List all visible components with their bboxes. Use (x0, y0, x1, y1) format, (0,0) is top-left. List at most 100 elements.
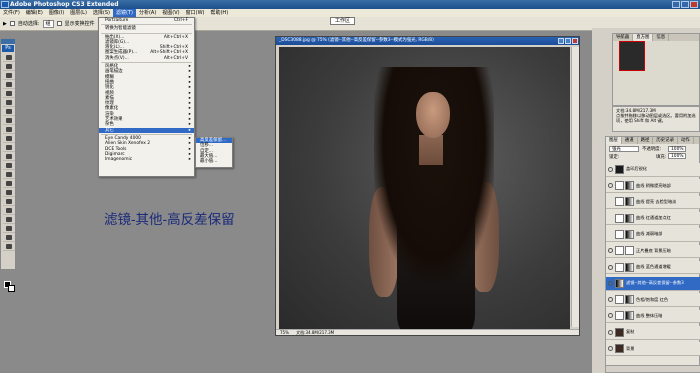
shape-icon (6, 208, 12, 213)
layer-row[interactable]: 背景 (606, 342, 700, 356)
layer-row[interactable]: 色相/饱和度 红色 (606, 293, 700, 307)
eye-icon[interactable] (608, 248, 613, 254)
navigator-thumbnail[interactable] (619, 41, 645, 71)
filter-menu-item[interactable]: 转换为智能滤镜 (99, 26, 194, 31)
magic-wand-tool[interactable] (3, 81, 15, 89)
tab-navigator[interactable]: 导航器 (613, 34, 634, 41)
filter-menu-item[interactable]: 消失点(V)... Alt+Ctrl+V (99, 56, 194, 61)
tab-paths[interactable]: 路径 (638, 137, 654, 144)
tab-history[interactable]: 历史记录 (653, 137, 678, 144)
hand-tool[interactable] (3, 234, 15, 242)
healing-tool[interactable] (3, 108, 15, 116)
crop-tool[interactable] (3, 90, 15, 98)
zoom-level[interactable]: 75% (280, 330, 289, 335)
vertical-scrollbar[interactable] (571, 47, 579, 327)
tab-actions[interactable]: 动作 (678, 137, 694, 144)
layer-row[interactable]: 滤镜--其他--高反差保留--参数3 (606, 277, 700, 291)
layer-thumbnail (615, 164, 624, 174)
eye-icon[interactable] (608, 264, 613, 270)
maximize-icon[interactable] (681, 1, 689, 8)
auto-select-dropdown[interactable]: 组 (42, 19, 54, 28)
opacity-label: 不透明度: (642, 147, 662, 152)
ps-logo-icon: Ps (2, 45, 14, 52)
fill-input[interactable]: 100% (668, 153, 686, 159)
brush-tool[interactable] (3, 117, 15, 125)
notes-tool[interactable] (3, 216, 15, 224)
pen-tool[interactable] (3, 180, 15, 188)
layer-name: 曲线 减弱暗部 (636, 231, 663, 237)
history-brush-tool[interactable] (3, 135, 15, 143)
eraser-icon (6, 145, 12, 150)
opacity-input[interactable]: 100% (668, 146, 686, 152)
image-canvas[interactable] (279, 47, 570, 332)
menu-window[interactable]: 窗口(W) (183, 9, 208, 17)
marquee-tool[interactable] (3, 63, 15, 71)
eye-icon[interactable] (608, 329, 613, 335)
eye-icon[interactable] (608, 346, 613, 352)
filter-menu-item-label: 视频 (105, 90, 114, 96)
layer-row[interactable]: 曲线 提亮 去脸型暗淡 (606, 195, 700, 210)
show-transform-checkbox[interactable] (56, 21, 62, 26)
layer-row[interactable]: 曲线 减弱暗部 (606, 228, 700, 242)
layer-row[interactable]: 正片叠底 背景压暗 (606, 244, 700, 258)
minimize-icon[interactable] (672, 1, 680, 8)
eye-icon[interactable] (608, 313, 613, 319)
move-tool-icon[interactable]: ▶ (3, 17, 7, 31)
layer-row[interactable]: 复制 (606, 326, 700, 340)
menu-filter[interactable]: 滤镜(T) (113, 9, 136, 17)
magic-wand-icon (6, 82, 12, 87)
eyedropper-tool[interactable] (3, 225, 15, 233)
menu-view[interactable]: 视图(V) (159, 9, 182, 17)
workspace-dropdown[interactable]: 工作区 (330, 17, 356, 25)
layer-thumbnail (625, 246, 634, 256)
layer-name: 正片叠底 背景压暗 (636, 247, 671, 253)
background-color[interactable] (8, 285, 15, 292)
dodge-icon (6, 172, 12, 177)
layer-row[interactable]: 曲线 稍微提亮暗部 (606, 179, 700, 193)
layers-panel: 图层 通道 路径 历史记录 动作 强光 不透明度: 100% 锁定: 填充: 1… (605, 136, 700, 373)
eye-icon[interactable] (608, 166, 613, 172)
move-tool[interactable] (3, 54, 15, 62)
layer-name: 曲线 整体压暗 (636, 312, 663, 318)
blend-mode-select[interactable]: 强光 (609, 146, 639, 152)
filter-menu: Portraiture Ctrl+F 转换为智能滤镜 抽出(X)... Alt+Ctrl… (98, 17, 195, 177)
lasso-tool[interactable] (3, 72, 15, 80)
eye-icon[interactable] (608, 183, 613, 189)
menu-separator (101, 133, 192, 135)
layer-row[interactable]: 曲线 红通道加点红 (606, 211, 700, 226)
zoom-tool[interactable] (3, 243, 15, 251)
doc-minimize-icon[interactable] (558, 38, 564, 44)
type-tool[interactable] (3, 189, 15, 197)
gradient-tool[interactable] (3, 153, 15, 161)
doc-close-icon[interactable] (572, 38, 578, 44)
tab-info[interactable]: 信息 (653, 34, 670, 41)
doc-maximize-icon[interactable] (565, 38, 571, 44)
eye-icon[interactable] (608, 297, 613, 303)
shape-tool[interactable] (3, 207, 15, 215)
layer-thumbnail (625, 262, 634, 272)
dodge-tool[interactable] (3, 171, 15, 179)
menu-analysis[interactable]: 分析(A) (136, 9, 159, 17)
tab-layers[interactable]: 图层 (606, 137, 622, 144)
eraser-tool[interactable] (3, 144, 15, 152)
filter-menu-item[interactable]: Imagenomic ▸ (99, 157, 194, 162)
tab-histogram[interactable]: 直方图 (633, 34, 654, 41)
path-select-tool[interactable] (3, 198, 15, 206)
blur-tool[interactable] (3, 162, 15, 170)
slice-tool[interactable] (3, 99, 15, 107)
layer-row[interactable]: 曲线 蓝色通道增暖 (606, 260, 700, 275)
menu-help[interactable]: 帮助(H) (207, 9, 231, 17)
layer-row[interactable]: 盖印后锐化 (606, 163, 700, 177)
other-submenu-item[interactable]: 最小值... (196, 159, 232, 164)
eye-icon[interactable] (608, 280, 613, 286)
document-window-buttons (558, 38, 578, 44)
filter-menu-item[interactable]: Portraiture Ctrl+F (99, 18, 194, 23)
stamp-tool[interactable] (3, 126, 15, 134)
filter-menu-item[interactable]: 其它 ▸ (99, 127, 194, 133)
document-title[interactable]: _DSC3088.jpg @ 75% (滤镜--其他--高反差保留--参数3--… (276, 37, 579, 45)
close-icon[interactable] (690, 1, 698, 8)
layer-row[interactable]: 曲线 整体压暗 (606, 309, 700, 324)
layer-thumbnail (625, 213, 634, 223)
auto-select-checkbox[interactable] (9, 21, 15, 26)
tab-channels[interactable]: 通道 (622, 137, 638, 144)
